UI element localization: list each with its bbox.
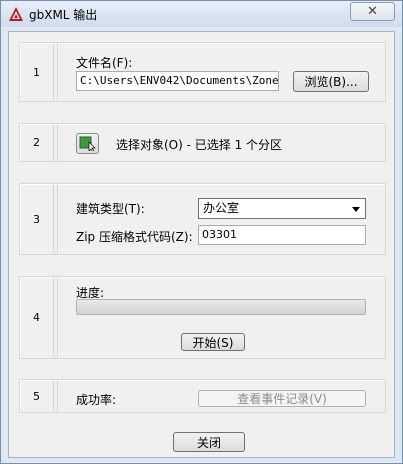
- section-2-panel: 2 选择对象(O) - 已选择 1 个分区: [19, 123, 386, 162]
- section-2-number: 2: [20, 124, 54, 161]
- title-bar[interactable]: gbXML 输出 ✕: [1, 1, 402, 27]
- success-rate-label: 成功率:: [76, 393, 117, 407]
- select-objects-icon: [79, 136, 96, 151]
- select-objects-button[interactable]: [76, 133, 99, 154]
- section-4-panel: 4 进度: 开始(S): [19, 276, 386, 359]
- building-type-label: 建筑类型(T):: [76, 202, 145, 216]
- dialog-client-area: 1 文件名(F): C:\Users\ENV042\Documents\Zone…: [8, 31, 395, 458]
- close-icon: ✕: [367, 4, 378, 19]
- close-dialog-button[interactable]: 关闭: [173, 432, 245, 452]
- progress-bar: [76, 299, 366, 315]
- zip-code-input[interactable]: 03301: [198, 225, 366, 245]
- section-4-number: 4: [20, 277, 54, 358]
- section-5-number: 5: [20, 380, 54, 412]
- file-name-input[interactable]: C:\Users\ENV042\Documents\Zone.xml: [76, 71, 279, 91]
- building-type-value: 办公室: [203, 201, 240, 215]
- window-title: gbXML 输出: [29, 8, 98, 22]
- start-button[interactable]: 开始(S): [181, 333, 245, 351]
- file-name-label: 文件名(F):: [76, 56, 133, 70]
- zip-code-label: Zip 压缩格式代码(Z):: [76, 230, 193, 244]
- autocad-app-icon: [9, 7, 23, 21]
- chevron-down-icon: [352, 207, 360, 212]
- view-event-log-button[interactable]: 查看事件记录(V): [198, 390, 366, 407]
- browse-button[interactable]: 浏览(B)...: [293, 71, 369, 92]
- window-close-button[interactable]: ✕: [350, 2, 395, 21]
- dialog-window: gbXML 输出 ✕ 1 文件名(F): C:\Users\ENV042\Doc…: [0, 0, 403, 464]
- building-type-select[interactable]: 办公室: [198, 198, 366, 219]
- section-5-panel: 5 成功率: 查看事件记录(V): [19, 379, 386, 413]
- section-1-panel: 1 文件名(F): C:\Users\ENV042\Documents\Zone…: [19, 42, 386, 102]
- section-3-panel: 3 建筑类型(T): 办公室 Zip 压缩格式代码(Z): 03301: [19, 183, 386, 255]
- section-3-number: 3: [20, 184, 54, 254]
- selection-status-label: 选择对象(O) - 已选择 1 个分区: [116, 138, 283, 152]
- section-1-number: 1: [20, 43, 54, 101]
